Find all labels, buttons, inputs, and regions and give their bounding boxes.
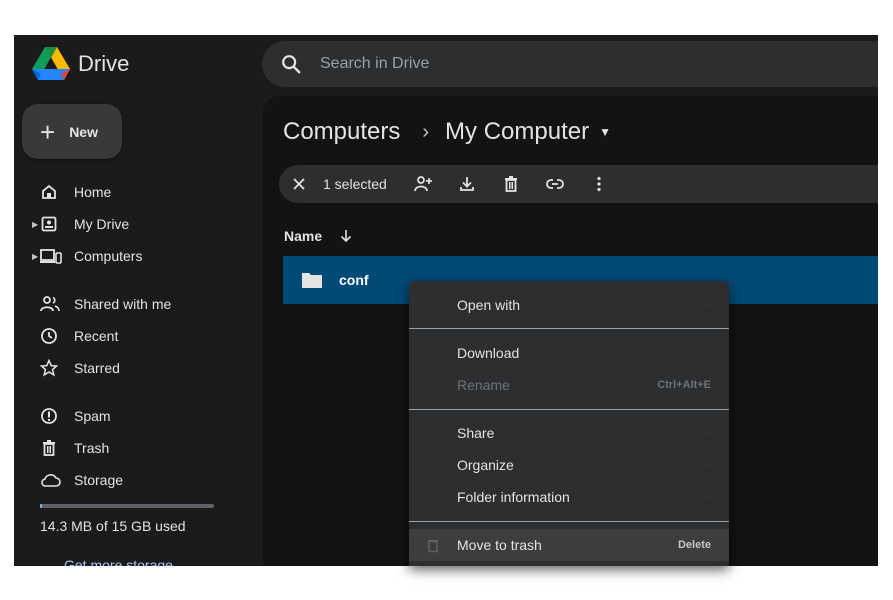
sidebar-item-label: Trash: [74, 440, 110, 456]
sidebar-item-spam[interactable]: Spam: [14, 402, 254, 430]
submenu-chevron-icon: ›: [707, 458, 711, 472]
menu-item-label: Move to trash: [457, 537, 542, 553]
plus-icon: +: [40, 116, 56, 147]
download-icon[interactable]: [457, 174, 477, 194]
sidebar-item-label: Recent: [74, 328, 119, 344]
expand-caret-icon[interactable]: ▶: [32, 220, 38, 229]
submenu-chevron-icon: ›: [707, 490, 711, 504]
clear-selection-icon[interactable]: [291, 176, 307, 192]
menu-item-label: Open with: [457, 297, 521, 313]
sidebar-item-label: Storage: [74, 472, 124, 488]
more-actions-icon[interactable]: [589, 174, 609, 194]
home-icon: [42, 184, 56, 199]
sort-arrow-down-icon[interactable]: [338, 228, 354, 244]
sidebar-item-label: Computers: [74, 248, 143, 264]
sidebar-item-label: My Drive: [74, 216, 130, 232]
menu-item-label: Organize: [457, 457, 514, 473]
menu-item-folder-information[interactable]: Folder information ›: [409, 481, 729, 513]
menu-item-share[interactable]: Share ›: [409, 417, 729, 449]
file-name: conf: [339, 272, 369, 288]
menu-item-download[interactable]: Download: [409, 337, 729, 369]
trash-icon: [428, 540, 438, 553]
menu-item-label: Download: [457, 345, 520, 361]
get-more-storage-link[interactable]: Get more storage: [64, 557, 173, 566]
sidebar-item-label: Shared with me: [74, 296, 172, 312]
selection-count: 1 selected: [323, 176, 387, 192]
trash-icon: [43, 440, 55, 456]
new-button[interactable]: + New: [22, 104, 122, 159]
sidebar-item-shared[interactable]: Shared with me: [14, 290, 254, 318]
menu-item-shortcut: Delete: [677, 539, 711, 551]
column-header-label: Name: [284, 228, 323, 244]
sidebar-item-trash[interactable]: Trash: [14, 434, 254, 462]
brand-name: Drive: [78, 51, 130, 76]
spam-icon: [41, 408, 57, 424]
sidebar-item-recent[interactable]: Recent: [14, 322, 254, 350]
breadcrumb-computers[interactable]: Computers: [283, 118, 400, 146]
selection-toolbar: 1 selected: [279, 165, 878, 203]
storage-usage-bar: [40, 504, 214, 508]
search-input[interactable]: [318, 54, 722, 74]
breadcrumb-my-computer[interactable]: My Computer: [445, 118, 589, 146]
sidebar-item-computers[interactable]: ▶ Computers: [14, 242, 254, 270]
menu-item-rename: Rename Ctrl+Alt+E: [409, 369, 729, 401]
search-icon[interactable]: [280, 53, 302, 75]
menu-item-label: Rename: [457, 377, 510, 393]
sidebar-item-label: Home: [74, 184, 112, 200]
menu-item-move-to-trash[interactable]: Move to trash Delete: [409, 529, 729, 561]
sidebar-item-label: Starred: [74, 360, 120, 376]
menu-item-open-with[interactable]: Open with ›: [409, 289, 729, 321]
sidebar-item-label: Spam: [74, 408, 111, 424]
context-menu: Open with › Download Rename Ctrl+Alt+E S…: [409, 281, 729, 566]
cloud-icon: [41, 474, 61, 487]
menu-divider: [409, 328, 729, 329]
storage-used-text: 14.3 MB of 15 GB used: [40, 518, 186, 534]
expand-caret-icon[interactable]: ▶: [32, 252, 38, 261]
sidebar-item-starred[interactable]: Starred: [14, 354, 254, 382]
submenu-chevron-icon: ›: [707, 426, 711, 440]
new-button-label: New: [69, 123, 98, 140]
menu-item-shortcut: Ctrl+Alt+E: [657, 379, 711, 391]
clock-icon: [41, 328, 57, 344]
menu-divider: [409, 521, 729, 522]
shared-people-icon: [40, 296, 60, 312]
column-header-name[interactable]: Name: [284, 228, 354, 244]
breadcrumb: Computers › My Computer ▼: [283, 118, 611, 146]
breadcrumb-separator-icon: ›: [422, 120, 430, 143]
drive-logo-icon[interactable]: [32, 47, 70, 81]
menu-item-label: Folder information: [457, 489, 570, 505]
computers-icon: [40, 249, 62, 264]
my-drive-icon: [41, 216, 57, 232]
copy-link-icon[interactable]: [545, 174, 565, 194]
storage-usage-fill: [40, 504, 42, 508]
search-bar[interactable]: [262, 41, 878, 87]
menu-item-organize[interactable]: Organize ›: [409, 449, 729, 481]
folder-icon: [302, 273, 322, 288]
menu-divider: [409, 409, 729, 410]
share-person-add-icon[interactable]: [413, 174, 433, 194]
sidebar-item-storage[interactable]: Storage: [14, 466, 254, 494]
submenu-chevron-icon: ›: [707, 298, 711, 312]
breadcrumb-dropdown-icon[interactable]: ▼: [599, 125, 611, 139]
menu-item-label: Share: [457, 425, 495, 441]
sidebar-item-my-drive[interactable]: ▶ My Drive: [14, 210, 254, 238]
sidebar-item-home[interactable]: Home: [14, 178, 254, 206]
trash-icon[interactable]: [501, 174, 521, 194]
star-icon: [40, 359, 58, 377]
